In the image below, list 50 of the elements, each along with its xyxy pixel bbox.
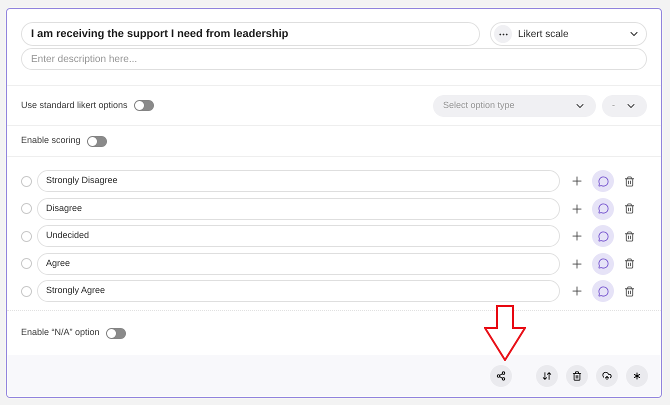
speech-bubble-icon xyxy=(598,286,608,296)
up-down-arrow-icon xyxy=(542,371,552,381)
radio-button[interactable] xyxy=(21,258,32,269)
speech-bubble-icon xyxy=(598,258,608,269)
add-icon[interactable] xyxy=(570,256,584,270)
cloud-upload-icon xyxy=(602,371,612,381)
reorder-button[interactable] xyxy=(536,365,558,387)
radio-button[interactable] xyxy=(21,203,32,214)
radio-button[interactable] xyxy=(21,230,32,242)
title-field[interactable]: I am receiving the support I need from leadership xyxy=(21,22,480,46)
required-button[interactable] xyxy=(626,365,648,387)
upload-button[interactable] xyxy=(596,365,618,387)
comment-button[interactable] xyxy=(592,252,614,274)
scoring-label: Enable scoring xyxy=(21,134,81,148)
speech-bubble-icon xyxy=(598,203,608,214)
comment-button[interactable] xyxy=(592,280,614,302)
option-field[interactable]: Agree xyxy=(37,252,560,274)
option-field[interactable]: Strongly Agree xyxy=(37,280,560,302)
trash-icon[interactable] xyxy=(624,286,635,296)
trash-icon xyxy=(572,371,582,381)
option-field[interactable]: Strongly Disagree xyxy=(37,170,560,192)
title-text: I am receiving the support I need from leadership xyxy=(31,26,288,42)
speech-bubble-icon xyxy=(598,230,608,242)
comment-button[interactable] xyxy=(592,198,614,220)
trash-icon[interactable] xyxy=(624,258,635,269)
add-icon[interactable] xyxy=(570,174,584,188)
comment-button[interactable] xyxy=(592,170,614,192)
add-icon[interactable] xyxy=(570,284,584,298)
description-field[interactable]: Enter description here... xyxy=(21,48,647,70)
asterisk-icon xyxy=(631,370,643,382)
add-icon[interactable] xyxy=(570,229,584,243)
na-option-label: Enable “N/A” option xyxy=(21,326,100,340)
radio-button[interactable] xyxy=(21,286,32,296)
standard-options-label: Use standard likert options xyxy=(21,98,128,112)
trash-icon[interactable] xyxy=(624,203,635,214)
radio-button[interactable] xyxy=(21,176,32,186)
share-button[interactable] xyxy=(490,365,512,387)
share-icon xyxy=(496,371,506,381)
option-field[interactable]: Disagree xyxy=(37,198,560,220)
toggle-switch[interactable] xyxy=(106,328,126,338)
trash-icon[interactable] xyxy=(624,230,635,242)
add-icon[interactable] xyxy=(570,202,584,216)
type-select[interactable]: Likert scale xyxy=(490,22,647,46)
speech-bubble-icon xyxy=(598,176,608,186)
toggle-switch[interactable] xyxy=(134,100,154,111)
comment-button[interactable] xyxy=(592,225,614,247)
option-field[interactable]: Undecided xyxy=(37,225,560,247)
trash-icon[interactable] xyxy=(624,176,635,186)
toggle-switch[interactable] xyxy=(86,136,107,146)
delete-button[interactable] xyxy=(566,365,588,387)
